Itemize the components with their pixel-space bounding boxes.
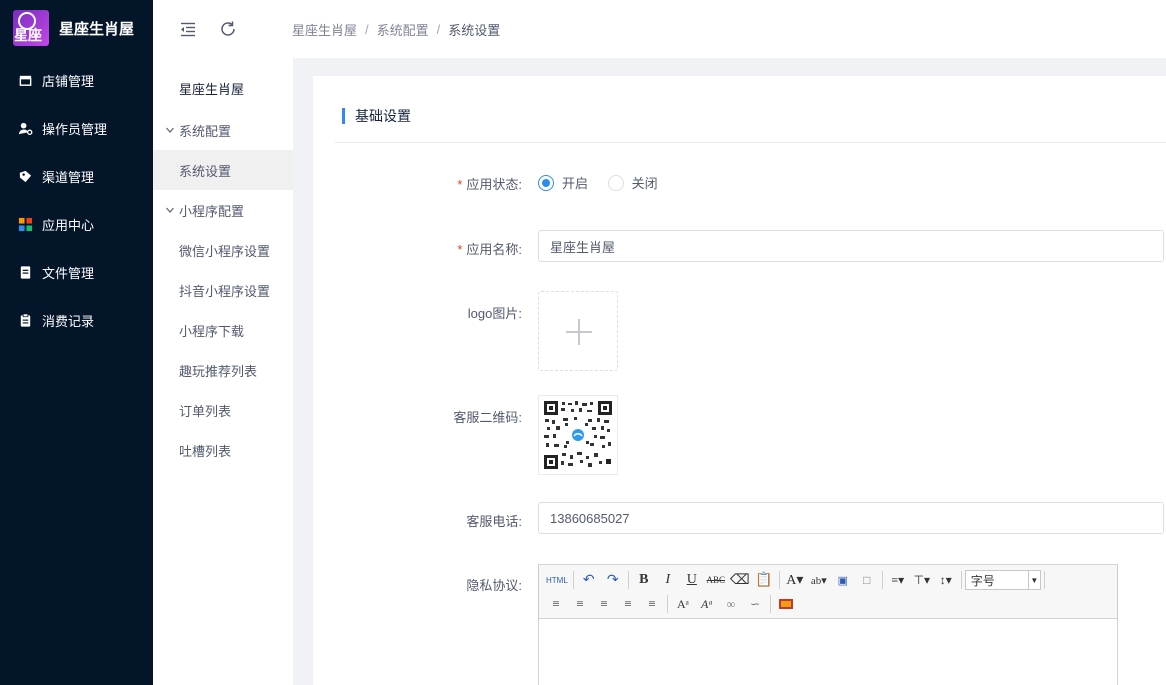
paragraph-icon[interactable]: ⊤▾ <box>912 570 932 590</box>
sidebar-item-label: 操作员管理 <box>42 121 108 137</box>
sidebar-item-app-center[interactable]: 应用中心 <box>0 200 153 248</box>
phone-label: 客服电话: <box>466 514 522 529</box>
align-left-icon[interactable]: ≡ <box>570 594 590 614</box>
app-logo: 星座 <box>13 10 49 46</box>
submenu-item-download[interactable]: 小程序下载 <box>153 310 293 350</box>
sub-menu: 星座生肖屋 系统配置 系统设置 小程序配置 微信小程序设置 抖音小程序设置 小程… <box>153 58 293 685</box>
new-page-icon[interactable]: □ <box>857 570 877 590</box>
submenu-item-wechat[interactable]: 微信小程序设置 <box>153 230 293 270</box>
sidebar-item-label: 应用中心 <box>42 217 95 233</box>
sidebar-item-label: 文件管理 <box>42 265 95 281</box>
sidebar-item-label: 店铺管理 <box>42 73 95 89</box>
italic-icon[interactable]: I <box>658 570 678 590</box>
logo-upload-button[interactable] <box>538 291 618 371</box>
submenu-item-orders[interactable]: 订单列表 <box>153 390 293 430</box>
indent-icon[interactable]: ≡ <box>546 594 566 614</box>
qr-code-icon <box>544 401 612 469</box>
submenu-item-system-settings[interactable]: 系统设置 <box>153 150 293 190</box>
section-title: 基础设置 <box>342 106 411 126</box>
rich-text-editor: HTML ↶ ↷ B I U ABC ⌫ 📋 A▾ ab▾ ▣ □ ≡▾ ⊤▾ … <box>538 564 1118 685</box>
status-off-radio[interactable]: 关闭 <box>607 173 658 192</box>
redo-icon[interactable]: ↷ <box>603 570 623 590</box>
submenu-title[interactable]: 星座生肖屋 <box>153 66 293 110</box>
submenu-item-douyin[interactable]: 抖音小程序设置 <box>153 270 293 310</box>
user-gear-icon <box>18 122 33 135</box>
justify-icon[interactable]: ≡ <box>642 594 662 614</box>
chevron-down-icon <box>166 127 174 133</box>
main-sidebar: 星座 星座生肖屋 店铺管理 操作员管理 渠道管理 应用中心 文件管理 消费记录 <box>0 0 153 685</box>
qr-code-image[interactable] <box>538 395 618 475</box>
bold-icon[interactable]: B <box>634 570 654 590</box>
top-header: 星座生肖屋 / 系统配置 / 系统设置 <box>153 0 1166 58</box>
eraser-icon[interactable]: ⌫ <box>730 570 750 590</box>
submenu-group-miniprogram-config[interactable]: 小程序配置 <box>153 190 293 230</box>
submenu-item-recommend[interactable]: 趣玩推荐列表 <box>153 350 293 390</box>
app-name-input[interactable]: 星座生肖屋 <box>538 230 1164 262</box>
highlight-icon[interactable]: ab▾ <box>809 570 829 590</box>
align-center-icon[interactable]: ≡ <box>594 594 614 614</box>
chevron-down-icon <box>166 207 174 213</box>
html-source-icon[interactable]: HTML <box>546 570 568 590</box>
file-icon <box>20 265 31 279</box>
line-height-icon[interactable]: ↕▾ <box>936 570 956 590</box>
font-size-increase-icon[interactable]: Aᵃ <box>673 594 693 614</box>
sidebar-item-operators[interactable]: 操作员管理 <box>0 104 153 152</box>
grid-color-icon <box>18 217 33 231</box>
underline-icon[interactable]: U <box>682 570 702 590</box>
submenu-item-feedback[interactable]: 吐槽列表 <box>153 430 293 470</box>
breadcrumb: 星座生肖屋 / 系统配置 / 系统设置 <box>292 20 501 39</box>
sidebar-item-store[interactable]: 店铺管理 <box>0 56 153 104</box>
breadcrumb-item[interactable]: 星座生肖屋 <box>292 20 357 39</box>
refresh-icon[interactable] <box>219 20 237 38</box>
name-label: * 应用名称: <box>457 242 522 257</box>
font-size-decrease-icon[interactable]: Aᵃ <box>697 594 717 614</box>
brand[interactable]: 星座 星座生肖屋 <box>0 0 153 56</box>
chevron-down-icon: ▼ <box>1027 571 1040 589</box>
align-right-icon[interactable]: ≡ <box>618 594 638 614</box>
logo-label: logo图片: <box>467 306 522 321</box>
status-on-radio[interactable]: 开启 <box>538 173 588 192</box>
font-size-select[interactable]: 字号 ▼ <box>964 570 1041 590</box>
sidebar-item-label: 消费记录 <box>42 313 95 329</box>
insert-image-icon[interactable]: ▣ <box>833 570 853 590</box>
image-icon[interactable] <box>776 594 796 614</box>
undo-icon[interactable]: ↶ <box>579 570 599 590</box>
font-color-icon[interactable]: A▾ <box>785 570 805 590</box>
clipboard-icon <box>20 313 31 327</box>
editor-toolbar: HTML ↶ ↷ B I U ABC ⌫ 📋 A▾ ab▾ ▣ □ ≡▾ ⊤▾ … <box>539 565 1117 619</box>
sidebar-item-label: 渠道管理 <box>42 169 95 185</box>
store-icon <box>19 75 32 86</box>
menu-collapse-icon[interactable] <box>179 20 197 38</box>
phone-input[interactable]: 13860685027 <box>538 502 1164 534</box>
privacy-label: 隐私协议: <box>466 578 522 593</box>
unlink-icon[interactable]: ∽ <box>745 594 765 614</box>
submenu-group-system-config[interactable]: 系统配置 <box>153 110 293 150</box>
submenu-group-label: 小程序配置 <box>179 203 245 219</box>
settings-panel: 基础设置 * 应用状态: 开启 关闭 * 应用名称: 星座生肖屋 logo图片: 客… <box>313 76 1166 685</box>
brand-name: 星座生肖屋 <box>59 20 135 38</box>
link-icon[interactable]: ∞ <box>721 594 741 614</box>
breadcrumb-current: 系统设置 <box>448 22 501 38</box>
sidebar-item-consumption[interactable]: 消费记录 <box>0 296 153 344</box>
sidebar-item-channels[interactable]: 渠道管理 <box>0 152 153 200</box>
editor-content-area[interactable] <box>539 619 1117 685</box>
status-label: * 应用状态: <box>457 177 522 192</box>
breadcrumb-item[interactable]: 系统配置 <box>377 20 429 39</box>
sidebar-item-files[interactable]: 文件管理 <box>0 248 153 296</box>
paste-icon[interactable]: 📋 <box>754 570 774 590</box>
submenu-group-label: 系统配置 <box>179 123 232 139</box>
qr-label: 客服二维码: <box>453 410 522 425</box>
strikethrough-icon[interactable]: ABC <box>706 570 726 590</box>
tag-icon <box>19 170 32 182</box>
align-icon[interactable]: ≡▾ <box>888 570 908 590</box>
